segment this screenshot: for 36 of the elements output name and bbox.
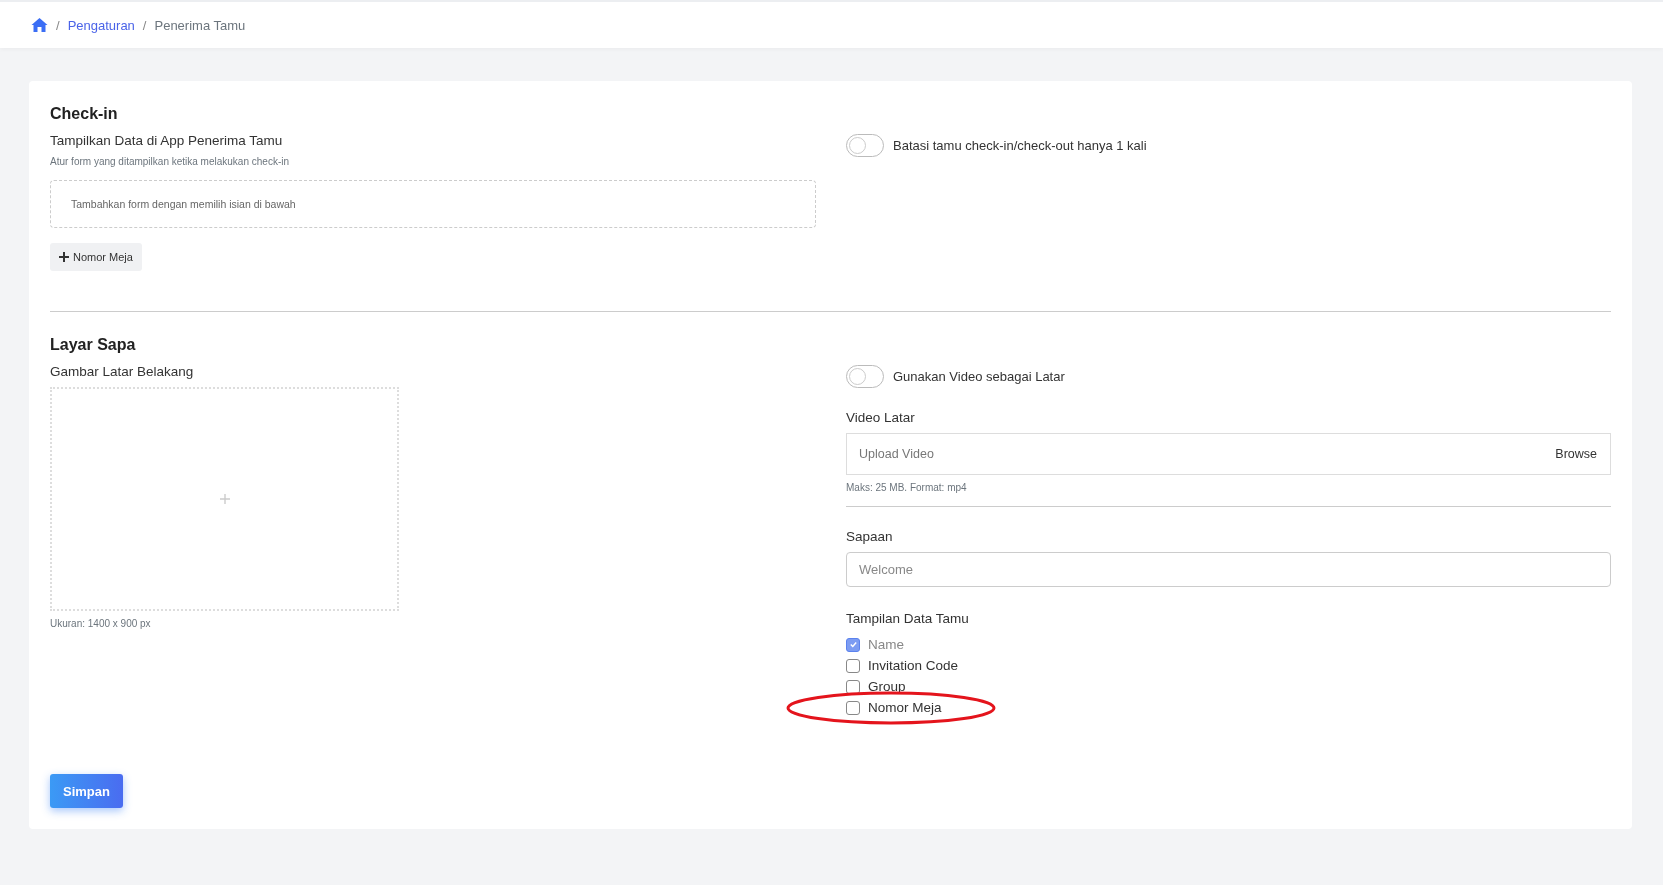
breadcrumb-link[interactable]: Pengaturan <box>67 17 135 33</box>
checkbox[interactable] <box>846 658 860 673</box>
section-title: Check-in <box>50 105 119 123</box>
checkbox-label: Name <box>868 637 904 652</box>
breadcrumb-current: Penerima Tamu <box>154 17 246 33</box>
toggle-label: Gunakan Video sebagai Latar <box>893 369 1065 384</box>
browse-button[interactable]: Browse <box>1555 447 1597 461</box>
plus-icon <box>59 252 69 262</box>
toggle-switch[interactable] <box>846 365 884 388</box>
field-hint: Ukuran: 1400 x 900 px <box>50 618 152 629</box>
save-button[interactable]: Simpan <box>50 774 123 808</box>
checkbox[interactable] <box>846 700 860 715</box>
field-hint: Atur form yang ditampilkan ketika melakukan check-in <box>50 156 290 167</box>
greeting-input[interactable]: Welcome <box>846 552 1611 587</box>
field-label: Video Latar <box>846 410 916 425</box>
field-label: Sapaan <box>846 529 894 544</box>
breadcrumb-separator: / <box>56 17 60 33</box>
field-label: Tampilan Data Tamu <box>846 611 970 626</box>
dropzone-text: Tambahkan form dengan memilih isian di bawah <box>71 198 296 210</box>
file-placeholder: Upload Video <box>859 447 934 461</box>
plus-icon <box>219 494 230 504</box>
add-field-button[interactable]: Nomor Meja <box>50 243 142 271</box>
file-input[interactable]: Upload Video Browse <box>846 433 1611 475</box>
section-title: Layar Sapa <box>50 336 137 354</box>
breadcrumb-separator: / <box>142 17 147 33</box>
checkbox-label: Group <box>868 679 906 694</box>
checkbox-label: Nomor Meja <box>868 700 942 715</box>
field-label: Tampilkan Data di App Penerima Tamu <box>50 133 284 148</box>
toggle-switch[interactable] <box>846 134 884 157</box>
toggle-label: Batasi tamu check-in/check-out hanya 1 kali <box>893 138 1147 153</box>
field-label: Gambar Latar Belakang <box>50 364 195 379</box>
checkbox-label: Invitation Code <box>868 658 959 673</box>
checkbox[interactable] <box>846 679 860 694</box>
home-icon[interactable] <box>31 18 48 32</box>
check-icon <box>848 640 858 649</box>
field-hint: Maks: 25 MB. Format: mp4 <box>846 482 968 493</box>
